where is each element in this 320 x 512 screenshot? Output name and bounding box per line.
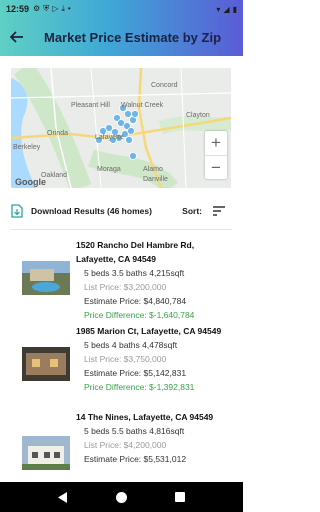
zoom-controls: + −: [205, 131, 227, 179]
zoom-in-button[interactable]: +: [205, 131, 227, 156]
map-view[interactable]: Walnut Creek Concord Clayton Lafayette O…: [11, 68, 231, 188]
house-photo: [22, 436, 70, 470]
map-label: Moraga: [97, 166, 121, 173]
listing-address: 1520 Rancho Del Hambre Rd, Lafayette, CA…: [76, 240, 195, 264]
status-time: 12:59: [6, 4, 30, 14]
divider: [11, 229, 232, 230]
zoom-out-button[interactable]: −: [205, 156, 227, 180]
listing-beds-baths: 5 beds 3.5 baths 4,215sqft: [84, 268, 185, 278]
list-item[interactable]: 1520 Rancho Del Hambre Rd, Lafayette, CA…: [0, 236, 243, 320]
dot-icon: •: [67, 4, 71, 13]
list-item[interactable]: 1985 Marion Ct, Lafayette, CA 94549 5 be…: [0, 322, 243, 406]
listing-list-price: List Price: $3,200,000: [84, 282, 167, 292]
page-title: Market Price Estimate by Zip: [44, 29, 222, 45]
house-photo: [22, 261, 70, 295]
sort-label: Sort:: [182, 206, 202, 216]
listing-estimate-price: Estimate Price: $5,142,831: [84, 368, 187, 378]
home-nav-icon[interactable]: [116, 491, 127, 503]
house-photo: [22, 347, 70, 381]
back-button[interactable]: [6, 26, 28, 48]
back-arrow-icon: [10, 31, 23, 43]
listing-list-price: List Price: $3,750,000: [84, 354, 167, 364]
listing-address: 1985 Marion Ct, Lafayette, CA 94549: [76, 326, 222, 336]
wifi-icon: ▾: [216, 4, 221, 14]
map-label: Concord: [151, 82, 178, 89]
system-nav-bar: [0, 482, 243, 512]
download-icon: ⤓: [61, 4, 65, 13]
listing-beds-baths: 5 beds 5.5 baths 4,816sqft: [84, 426, 185, 436]
recents-nav-icon[interactable]: [175, 492, 185, 502]
map-label: Orinda: [47, 130, 69, 137]
battery-icon: ▮: [232, 4, 237, 14]
listing-address: 14 The Nines, Lafayette, CA 94549: [76, 412, 214, 422]
download-file-icon[interactable]: [11, 204, 23, 218]
signal-icon: ◢: [223, 4, 230, 14]
download-results-button[interactable]: Download Results (46 homes): [31, 206, 152, 216]
map-label: Pleasant Hill: [71, 102, 110, 109]
status-icons-right: ▾ ◢ ▮: [216, 5, 237, 14]
results-toolbar: Download Results (46 homes) Sort:: [11, 202, 232, 220]
listing-beds-baths: 5 beds 4 baths 4,478sqft: [84, 340, 178, 350]
listing-estimate-price: Estimate Price: $5,531,012: [84, 454, 187, 464]
listing-estimate-price: Estimate Price: $4,840,784: [84, 296, 187, 306]
map-label: Walnut Creek: [121, 102, 164, 109]
list-item[interactable]: 14 The Nines, Lafayette, CA 94549 5 beds…: [0, 408, 243, 482]
back-nav-icon[interactable]: [58, 491, 68, 503]
status-bar: 12:59 ⚙ ⛨ ▷ ⤓ • ▾ ◢ ▮: [0, 0, 243, 18]
listing-list-price: List Price: $4,200,000: [84, 440, 167, 450]
map-label: Alamo: [143, 166, 163, 173]
gear-icon: ⚙: [33, 4, 41, 13]
status-icons-left: ⚙ ⛨ ▷ ⤓ •: [33, 4, 71, 14]
map-canvas: [11, 68, 231, 188]
listing-price-difference: Price Difference: $-1,392,831: [84, 382, 195, 392]
shield-icon: ⛨: [43, 4, 50, 13]
app-bar: Market Price Estimate by Zip: [0, 18, 243, 56]
listing-price-difference: Price Difference: $-1,640,784: [84, 310, 195, 320]
sort-icon[interactable]: [212, 205, 226, 217]
map-label: Danville: [143, 176, 168, 183]
google-logo: Google: [15, 177, 46, 187]
map-label: Clayton: [186, 112, 210, 119]
map-label: Berkeley: [13, 144, 41, 151]
play-store-icon: ▷: [52, 4, 59, 13]
map-label: Lafayette: [95, 134, 124, 141]
